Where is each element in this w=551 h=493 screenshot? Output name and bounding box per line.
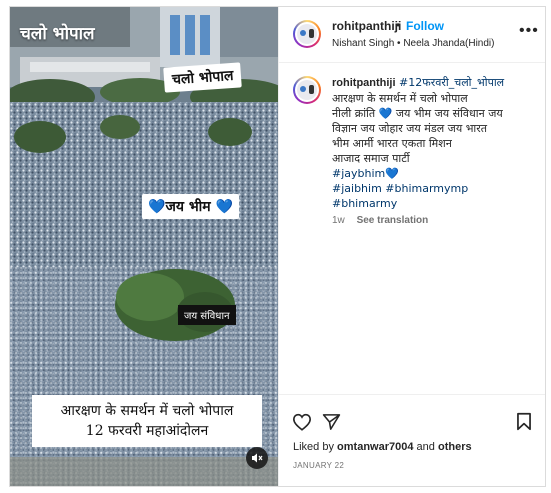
- caption-line: आरक्षण के समर्थन में चलो भोपाल: [332, 92, 468, 105]
- post-date: JANUARY 22: [293, 461, 345, 470]
- overlay-bottom-line-2: 12 फरवरी महाआंदोलन: [85, 423, 209, 439]
- liker-username[interactable]: omtanwar7004: [337, 441, 413, 453]
- overlay-jai-bhim-text: जय भीम: [165, 199, 211, 215]
- heart-outline-icon[interactable]: [292, 413, 312, 436]
- follow-button[interactable]: Follow: [406, 19, 444, 33]
- caption-text: rohitpanthiji #12फरवरी_चलो_भोपाल आरक्षण …: [332, 75, 537, 211]
- likes-prefix: Liked by: [293, 441, 334, 453]
- post-video[interactable]: चलो भोपाल चलो भोपाल 💙जय भीम 💙 जय संविधान…: [10, 7, 278, 486]
- hashtag-link[interactable]: #jaibhim: [332, 182, 382, 195]
- caption-line: भीम आर्मी भारत एकता मिशन: [332, 137, 452, 150]
- overlay-bottom-line-1: आरक्षण के समर्थन में चलो भोपाल: [60, 403, 234, 419]
- caption-meta: 1w See translation: [332, 215, 428, 226]
- audio-attribution[interactable]: Nishant Singh • Neela Jhanda(Hindi): [332, 38, 494, 49]
- caption-line: आजाद समाज पार्टी: [332, 152, 410, 165]
- caption-line: नीली क्रांति: [332, 107, 376, 120]
- hashtag-link[interactable]: #12फरवरी_चलो_भोपाल: [399, 76, 504, 89]
- speaker-muted-icon[interactable]: [246, 447, 268, 469]
- more-options-icon[interactable]: •••: [519, 22, 539, 40]
- blue-heart-icon: 💙: [215, 199, 233, 215]
- likes-and: and: [416, 441, 435, 453]
- overlay-top-text: चलो भोपाल: [20, 24, 95, 44]
- post-dialog: चलो भोपाल चलो भोपाल 💙जय भीम 💙 जय संविधान…: [9, 6, 546, 487]
- separator-dot: •: [396, 18, 401, 32]
- post-side-panel: rohitpanthiji • Follow Nishant Singh • N…: [278, 7, 545, 486]
- blue-heart-icon: 💙: [148, 199, 166, 215]
- hashtag-link[interactable]: #bhimarmy: [332, 197, 397, 210]
- post-actions: Liked by omtanwar7004 and others JANUARY…: [279, 394, 545, 486]
- hashtag-link[interactable]: #jaybhim: [332, 167, 385, 180]
- paper-plane-icon[interactable]: [322, 413, 341, 436]
- avatar[interactable]: [293, 20, 321, 48]
- caption-line: विज्ञान जय जोहार जय मंडल जय भारत: [332, 122, 488, 135]
- bookmark-icon[interactable]: [516, 412, 532, 436]
- overlay-bottom-caption: आरक्षण के समर्थन में चलो भोपाल 12 फरवरी …: [32, 395, 262, 447]
- likes-summary: Liked by omtanwar7004 and others: [293, 441, 472, 453]
- blue-heart-icon: 💙: [385, 167, 399, 180]
- header-username[interactable]: rohitpanthiji: [332, 19, 401, 33]
- caption-line: जय भीम जय संविधान जय: [395, 107, 503, 120]
- post-header: rohitpanthiji • Follow Nishant Singh • N…: [279, 7, 545, 63]
- caption-username[interactable]: rohitpanthiji: [332, 77, 396, 89]
- hashtag-link[interactable]: #bhimarmymp: [385, 182, 468, 195]
- caption-section: rohitpanthiji #12फरवरी_चलो_भोपाल आरक्षण …: [279, 64, 545, 394]
- likes-others-link[interactable]: others: [438, 441, 472, 453]
- blue-heart-icon: 💙: [378, 107, 393, 120]
- overlay-jai-bhim: 💙जय भीम 💙: [142, 194, 239, 219]
- avatar[interactable]: [293, 76, 321, 104]
- overlay-jai-samvidhan: जय संविधान: [178, 305, 236, 325]
- post-age: 1w: [332, 215, 345, 226]
- see-translation-link[interactable]: See translation: [357, 215, 429, 226]
